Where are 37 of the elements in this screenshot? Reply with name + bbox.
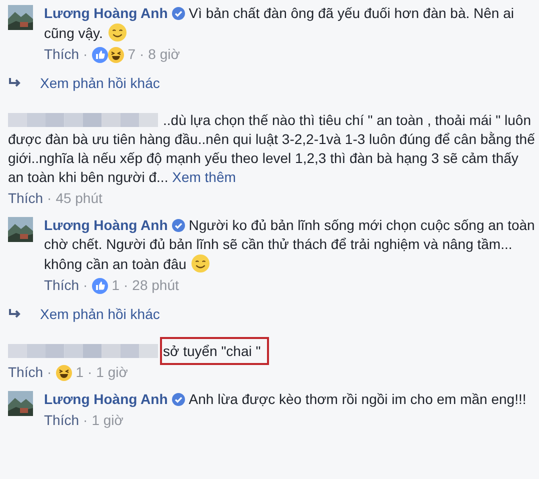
timestamp: 1 giờ: [96, 363, 128, 382]
avatar[interactable]: [8, 217, 33, 242]
reply-text: Lương Hoàng Anh Người ko đủ bản lĩnh sống mới chọn cuộc sống an toàn chờ chết. Người đủ bản lĩnh sẽ cần thử thách để trải nghiệm và nâng tầm... không cần an toàn đâu: [44, 216, 535, 274]
reply-arrow-icon: [8, 78, 22, 88]
like-link[interactable]: Thích: [8, 188, 44, 209]
like-reaction-icon: [92, 278, 108, 294]
timestamp: 1 giờ: [92, 411, 124, 430]
avatar[interactable]: [8, 391, 33, 416]
separator-dot: ·: [83, 276, 88, 295]
timestamp: 45 phút: [56, 189, 102, 208]
more-replies-link[interactable]: Xem phản hồi khác: [40, 75, 160, 91]
more-replies-link[interactable]: Xem phản hồi khác: [40, 306, 160, 322]
timestamp: 28 phút: [132, 276, 179, 295]
reply-text: Lương Hoàng Anh Vì bản chất đàn ông đã yếu đuối hơn đàn bà. Nên ai cũng vậy.: [44, 4, 515, 43]
like-link[interactable]: Thích: [44, 275, 80, 296]
separator-dot: ·: [87, 363, 92, 382]
like-link[interactable]: Thích: [8, 362, 44, 383]
separator-dot: ·: [139, 45, 144, 64]
avatar[interactable]: [8, 5, 33, 30]
laughing-reaction-icon: [56, 364, 72, 380]
separator-dot: ·: [47, 363, 52, 382]
reply-arrow-icon: [8, 309, 22, 319]
separator-dot: ·: [123, 276, 128, 295]
reaction-count: 1: [76, 363, 84, 382]
reaction-count: 1: [112, 276, 120, 295]
see-more-link[interactable]: Xem thêm: [172, 169, 236, 185]
like-link[interactable]: Thích: [44, 44, 80, 65]
reaction-count: 7: [128, 45, 136, 64]
comment-text: sở tuyển "chai ": [160, 337, 269, 365]
laughing-reaction-icon: [108, 46, 124, 62]
separator-dot: ·: [83, 411, 88, 430]
separator-dot: ·: [83, 45, 88, 64]
like-link[interactable]: Thích: [44, 410, 80, 431]
reply-text: Lương Hoàng Anh Anh lừa được kèo thơm rồi ngồi im cho em mần eng!!!: [44, 390, 528, 409]
like-reaction-icon: [92, 46, 108, 62]
timestamp: 8 giờ: [148, 45, 180, 64]
separator-dot: ·: [47, 189, 52, 208]
